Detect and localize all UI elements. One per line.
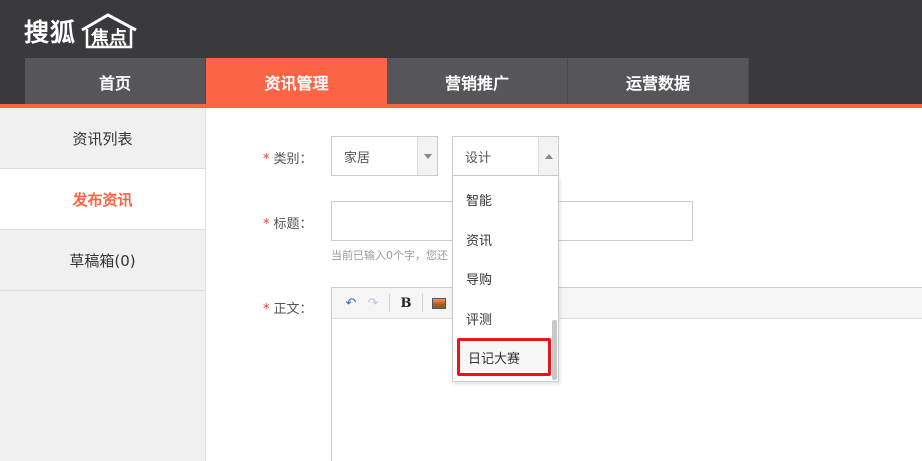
undo-icon[interactable]: ↶	[340, 292, 362, 314]
dropdown-option-smart[interactable]: 智能	[453, 179, 553, 219]
dropdown-option-news[interactable]: 资讯	[453, 219, 553, 259]
dropdown-scrollbar-thumb[interactable]	[552, 320, 557, 380]
header: 搜狐 焦点 首页 资讯管理 营销推广 运营数据	[0, 0, 922, 105]
chevron-down-icon[interactable]	[417, 137, 437, 175]
required-mark: *	[263, 302, 270, 317]
nav-tab-marketing[interactable]: 营销推广	[387, 58, 568, 105]
insert-image-icon[interactable]	[428, 292, 450, 314]
title-label: * 标题：	[263, 213, 313, 232]
main-nav: 首页 资讯管理 营销推广 运营数据	[25, 58, 749, 105]
dropdown-option-diary-contest[interactable]: 日记大赛	[457, 338, 551, 376]
required-mark: *	[263, 152, 270, 167]
sidebar-item-drafts[interactable]: 草稿箱(0)	[0, 230, 205, 291]
dropdown-option-review[interactable]: 评测	[453, 298, 553, 338]
toolbar-separator	[422, 294, 423, 312]
category-label: * 类别：	[263, 148, 313, 167]
title-char-count-hint: 当前已输入0个字，您还	[331, 249, 448, 262]
category-select-primary[interactable]: 家居	[331, 136, 438, 176]
nav-tab-home[interactable]: 首页	[25, 58, 206, 105]
category-select-secondary-value: 设计	[465, 150, 492, 166]
category-dropdown-list[interactable]: 智能 资讯 导购 评测 日记大赛	[452, 176, 559, 382]
logo-house-text: 焦点	[90, 27, 127, 49]
logo-house-icon: 焦点	[81, 13, 137, 49]
required-mark: *	[263, 217, 270, 232]
logo[interactable]: 搜狐 焦点	[24, 10, 140, 50]
chevron-up-icon[interactable]	[538, 137, 558, 175]
sidebar-item-publish-news[interactable]: 发布资讯	[0, 169, 205, 230]
dropdown-option-shopping-guide[interactable]: 导购	[453, 258, 553, 298]
category-select-secondary[interactable]: 设计	[452, 136, 559, 176]
title-label-text: 标题：	[273, 217, 313, 232]
logo-text: 搜狐	[24, 18, 77, 47]
rich-text-editor[interactable]: ↶ ↷ B	[331, 287, 922, 461]
category-select-primary-value: 家居	[344, 150, 371, 166]
editor-toolbar: ↶ ↷ B	[332, 288, 922, 319]
bold-button[interactable]: B	[395, 292, 417, 314]
toolbar-separator	[389, 294, 390, 312]
dropdown-scrollbar[interactable]	[552, 178, 557, 380]
content-label-text: 正文：	[273, 302, 313, 317]
sidebar-item-news-list[interactable]: 资讯列表	[0, 108, 205, 169]
sidebar: 资讯列表 发布资讯 草稿箱(0)	[0, 108, 206, 461]
category-label-text: 类别：	[273, 152, 313, 167]
content-label: * 正文：	[263, 298, 313, 317]
nav-tab-news-management[interactable]: 资讯管理	[206, 58, 387, 105]
nav-tab-operations-data[interactable]: 运营数据	[568, 58, 749, 105]
redo-icon[interactable]: ↷	[362, 292, 384, 314]
